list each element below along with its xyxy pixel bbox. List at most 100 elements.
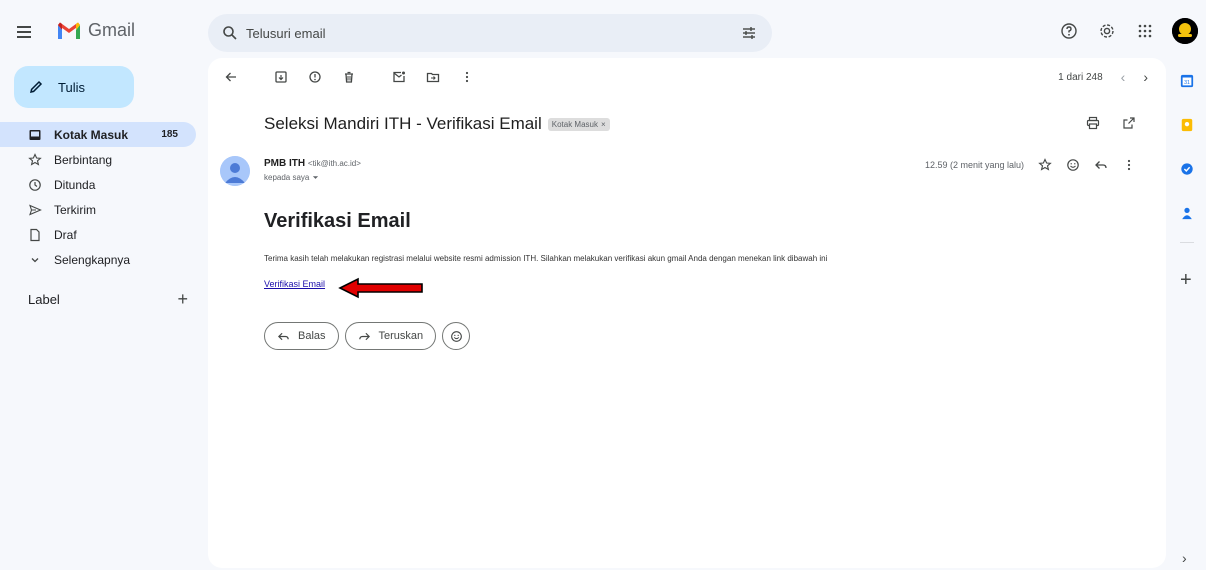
sender-name[interactable]: PMB ITH	[264, 158, 305, 169]
verification-link[interactable]: Verifikasi Email	[264, 279, 325, 289]
mail-unread-icon	[393, 71, 405, 83]
emoji-reaction-button[interactable]	[442, 322, 471, 350]
recipient-details-toggle[interactable]: kepada saya	[264, 173, 361, 182]
print-icon[interactable]	[1086, 116, 1100, 130]
calendar-app-button[interactable]: 31	[1178, 72, 1196, 90]
message-meta: 12.59 (2 menit yang lalu)	[925, 158, 1136, 172]
email-body-text: Terima kasih telah melakukan registrasi …	[264, 254, 828, 263]
next-email-button[interactable]: ›	[1143, 69, 1148, 85]
pencil-icon	[29, 80, 43, 94]
hamburger-line	[17, 36, 31, 38]
trash-icon	[345, 71, 353, 83]
get-addons-button[interactable]: +	[1180, 270, 1192, 290]
move-to-button[interactable]	[422, 66, 444, 88]
tasks-app-button[interactable]	[1178, 160, 1196, 178]
keep-app-button[interactable]	[1178, 116, 1196, 134]
compose-button[interactable]: Tulis	[14, 66, 134, 108]
search-options-icon[interactable]	[740, 24, 758, 42]
caret-down-icon	[313, 176, 319, 179]
search-input[interactable]	[246, 25, 740, 41]
archive-button[interactable]	[270, 66, 292, 88]
gear-icon	[1100, 24, 1114, 38]
create-label-button[interactable]: +	[177, 290, 188, 308]
inbox-icon	[28, 128, 42, 142]
more-options-button[interactable]	[456, 66, 478, 88]
sidebar-item-label: Berbintang	[54, 152, 113, 167]
sidebar-item-label: Draf	[54, 227, 77, 242]
account-avatar[interactable]	[1172, 18, 1198, 44]
compose-label: Tulis	[58, 79, 85, 95]
arrow-left-icon	[225, 72, 236, 82]
emoji-icon	[450, 330, 462, 342]
sidebar-item-label: Kotak Masuk	[54, 127, 129, 142]
mark-unread-button[interactable]	[388, 66, 410, 88]
sidebar-item-inbox[interactable]: Kotak Masuk 185	[0, 122, 196, 147]
reply-actions: Balas Teruskan	[264, 322, 471, 350]
account-avatar-image	[1172, 18, 1198, 44]
forward-button[interactable]: Teruskan	[344, 322, 437, 350]
keep-icon	[1181, 118, 1193, 132]
sidebar-item-more[interactable]: Selengkapnya	[0, 247, 196, 272]
main-menu-button[interactable]	[12, 20, 36, 44]
sidebar-nav: Kotak Masuk 185 Berbintang Ditunda Terki…	[0, 122, 196, 272]
email-toolbar: 1 dari 248 ‹ ›	[208, 58, 1166, 96]
label-chip: Kotak Masuk ×	[547, 117, 610, 131]
subject-row: Seleksi Mandiri ITH - Verifikasi Email K…	[264, 114, 610, 134]
delete-button[interactable]	[338, 66, 360, 88]
draft-icon	[28, 228, 42, 242]
folder-move-icon	[426, 72, 440, 83]
reply-icon[interactable]	[1094, 158, 1108, 172]
sidebar-item-label: Ditunda	[54, 177, 96, 192]
subject-actions	[1086, 116, 1136, 130]
report-spam-button[interactable]	[304, 66, 326, 88]
forward-icon	[358, 332, 370, 340]
help-icon	[1061, 23, 1077, 39]
label-chip-text: Kotak Masuk	[551, 119, 598, 129]
chevron-down-icon	[28, 253, 42, 267]
sender-avatar[interactable]	[220, 156, 250, 186]
search-bar	[208, 14, 772, 52]
contacts-icon	[1182, 207, 1192, 220]
sidebar-item-snoozed[interactable]: Ditunda	[0, 172, 196, 197]
reply-button[interactable]: Balas	[264, 322, 339, 350]
gmail-logo[interactable]: Gmail	[56, 20, 135, 41]
report-icon	[309, 71, 321, 83]
sidebar-item-drafts[interactable]: Draf	[0, 222, 196, 247]
remove-label-button[interactable]: ×	[601, 120, 606, 129]
apps-button[interactable]	[1134, 20, 1156, 42]
clock-icon	[28, 178, 42, 192]
person-icon	[220, 156, 250, 186]
sender-info: PMB ITH <tik@ith.ac.id> kepada saya	[264, 158, 361, 182]
apps-grid-icon	[1138, 24, 1152, 38]
email-view-panel: 1 dari 248 ‹ › Seleksi Mandiri ITH - Ver…	[208, 58, 1166, 568]
unread-count-badge: 185	[161, 129, 178, 140]
settings-button[interactable]	[1096, 20, 1118, 42]
sidebar-item-starred[interactable]: Berbintang	[0, 147, 196, 172]
sidebar-item-label: Terkirim	[54, 202, 96, 217]
pagination: 1 dari 248 ‹ ›	[1058, 69, 1148, 85]
show-side-panel-button[interactable]: ›	[1182, 550, 1187, 566]
email-subject: Seleksi Mandiri ITH - Verifikasi Email	[264, 114, 542, 133]
svg-text:31: 31	[1184, 80, 1190, 86]
pagination-count: 1 dari 248	[1058, 71, 1103, 83]
open-new-window-icon[interactable]	[1122, 116, 1136, 130]
emoji-reaction-icon[interactable]	[1066, 158, 1080, 172]
star-icon	[28, 152, 42, 167]
contacts-app-button[interactable]	[1178, 204, 1196, 222]
more-vert-icon	[465, 71, 469, 83]
forward-label: Teruskan	[378, 330, 424, 342]
email-body-title: Verifikasi Email	[264, 210, 411, 232]
back-button[interactable]	[220, 66, 242, 88]
more-vert-icon[interactable]	[1122, 158, 1136, 172]
gmail-wordmark: Gmail	[88, 20, 136, 40]
sidebar-item-sent[interactable]: Terkirim	[0, 197, 196, 222]
hamburger-line	[17, 31, 31, 33]
search-icon[interactable]	[222, 25, 238, 41]
previous-email-button[interactable]: ‹	[1121, 69, 1126, 85]
support-button[interactable]	[1058, 20, 1080, 42]
archive-icon	[275, 71, 287, 83]
sender-email: <tik@ith.ac.id>	[307, 159, 361, 168]
reply-label: Balas	[298, 330, 326, 342]
star-icon[interactable]	[1038, 158, 1052, 172]
calendar-icon: 31	[1180, 74, 1194, 88]
